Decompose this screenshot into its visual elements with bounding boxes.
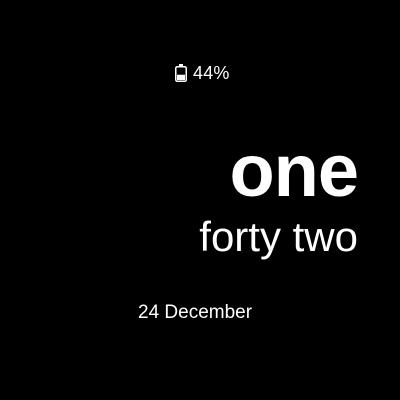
time-hour-words: one [229,129,359,212]
time-minute-words: forty two [199,213,358,260]
battery-status: 44% [175,62,230,84]
battery-icon [175,64,187,82]
battery-percentage: 44% [193,62,230,83]
date-label: 24 December [138,302,253,323]
watch-face: 44% one forty two 24 December [0,0,400,400]
